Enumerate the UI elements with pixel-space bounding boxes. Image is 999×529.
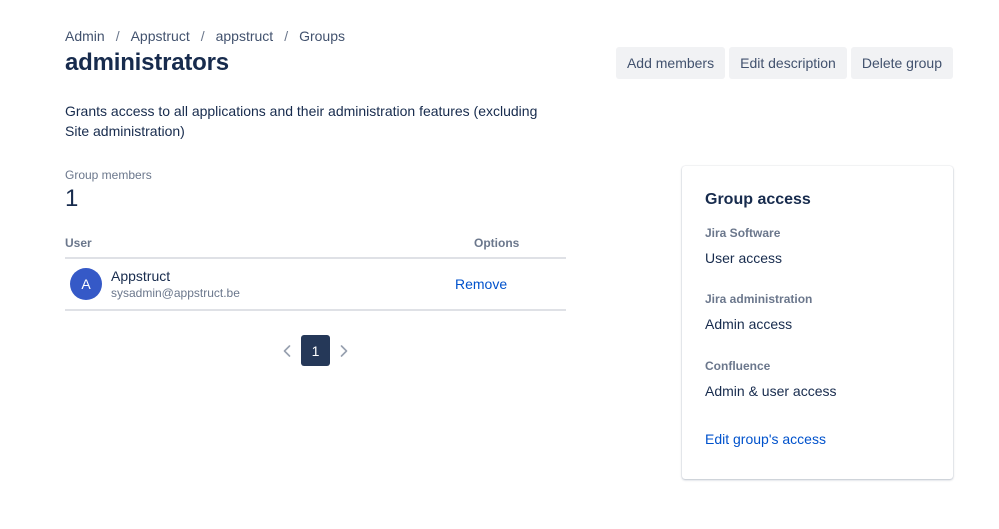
access-level: Admin access	[705, 316, 793, 332]
delete-group-button[interactable]: Delete group	[850, 47, 953, 79]
breadcrumb-admin[interactable]: Admin	[65, 28, 105, 44]
table-row: A Appstruct sysadmin@appstruct.be Remove	[65, 259, 566, 311]
breadcrumb-separator: /	[284, 28, 289, 44]
user-cell: A Appstruct sysadmin@appstruct.be	[65, 268, 455, 301]
access-item-jira-administration: Jira administration Admin access	[705, 292, 812, 332]
chevron-right-icon[interactable]	[335, 336, 353, 366]
table-header: User Options	[65, 236, 566, 259]
breadcrumb-separator: /	[115, 28, 120, 44]
page-title: administrators	[65, 49, 229, 76]
edit-group-access-link[interactable]: Edit group's access	[705, 431, 826, 447]
members-table: User Options A Appstruct sysadmin@appstr…	[65, 236, 566, 311]
access-item-jira-software: Jira Software User access	[705, 226, 782, 266]
chevron-left-icon[interactable]	[278, 336, 296, 366]
add-members-button[interactable]: Add members	[615, 47, 726, 79]
header-actions: Add members Edit description Delete grou…	[615, 47, 953, 79]
user-email: sysadmin@appstruct.be	[111, 285, 240, 300]
edit-description-button[interactable]: Edit description	[729, 47, 847, 79]
access-item-confluence: Confluence Admin & user access	[705, 359, 837, 399]
group-description: Grants access to all applications and th…	[65, 103, 538, 139]
access-product-name: Jira administration	[705, 292, 813, 306]
access-level: User access	[705, 250, 783, 266]
breadcrumb-separator: /	[200, 28, 205, 44]
user-name[interactable]: Appstruct	[111, 268, 240, 285]
avatar[interactable]: A	[70, 268, 102, 300]
remove-member-link[interactable]: Remove	[455, 276, 507, 292]
column-header-user: User	[65, 236, 92, 250]
user-info: Appstruct sysadmin@appstruct.be	[111, 268, 240, 301]
breadcrumb-organization[interactable]: Appstruct	[131, 28, 190, 44]
page-number-current[interactable]: 1	[301, 335, 330, 366]
group-members-count: 1	[65, 185, 79, 212]
column-header-options: Options	[474, 236, 520, 250]
group-access-title: Group access	[705, 191, 811, 208]
breadcrumb: Admin / Appstruct / appstruct / Groups	[65, 28, 345, 44]
access-level: Admin & user access	[705, 383, 837, 399]
pagination: 1	[278, 335, 353, 366]
access-product-name: Jira Software	[705, 226, 781, 240]
breadcrumb-site[interactable]: appstruct	[216, 28, 274, 44]
group-access-card: Group access Jira Software User access J…	[682, 166, 953, 479]
breadcrumb-groups[interactable]: Groups	[299, 28, 345, 44]
group-members-label: Group members	[65, 168, 152, 182]
access-product-name: Confluence	[705, 359, 771, 373]
